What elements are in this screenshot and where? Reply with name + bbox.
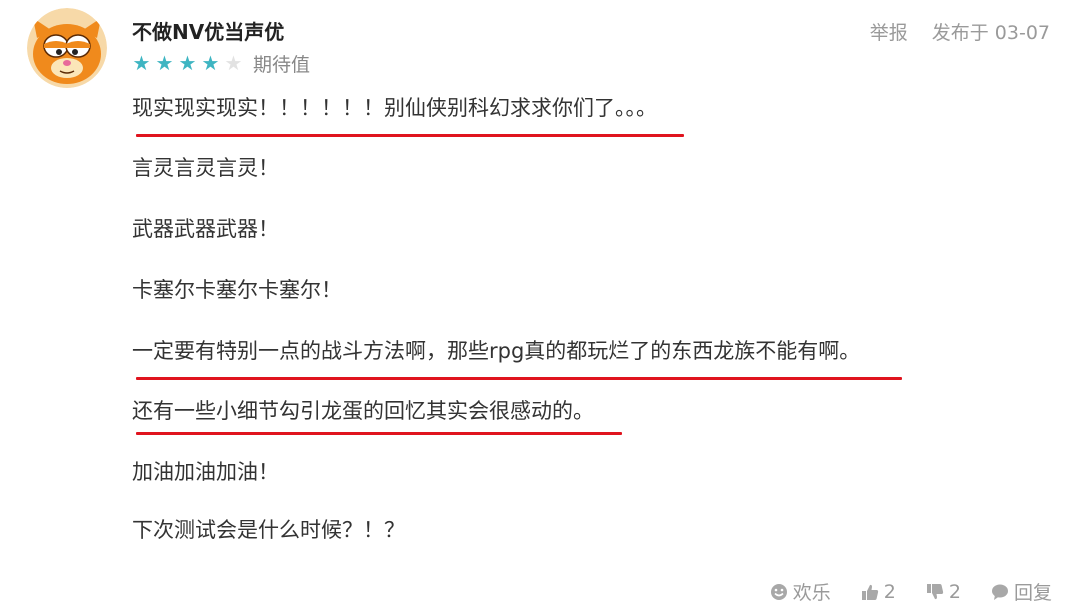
- post-date: 发布于 03-07: [931, 22, 1050, 44]
- garfield-avatar-icon: [27, 8, 107, 88]
- rating-label: 期待值: [253, 53, 311, 76]
- review-line: 下次测试会是什么时候？！？: [132, 518, 405, 542]
- review-line: 一定要有特别一点的战斗方法啊，那些rpg真的都玩烂了的东西龙族不能有啊。: [132, 339, 861, 363]
- star-filled-icon: ★: [178, 51, 197, 75]
- funny-button[interactable]: 欢乐: [770, 578, 831, 605]
- rating: ★ ★ ★ ★ ★ 期待值: [130, 51, 311, 76]
- review-line: 卡塞尔卡塞尔卡塞尔！: [132, 278, 342, 302]
- star-empty-icon: ★: [224, 51, 243, 75]
- review-line: 言灵言灵言灵！: [132, 156, 279, 180]
- review-meta: 举报 发布于 03-07: [870, 18, 1050, 45]
- like-button[interactable]: 2: [861, 581, 896, 603]
- report-link[interactable]: 举报: [870, 18, 908, 45]
- red-underline-annotation: [136, 432, 622, 435]
- user-avatar[interactable]: [27, 8, 107, 88]
- thumbs-up-icon: [861, 584, 878, 600]
- review-line: 现实现实现实！！！！！！别仙侠别科幻求求你们了。。。: [132, 96, 657, 120]
- like-count: 2: [883, 580, 896, 603]
- comment-bubble-icon: [991, 584, 1008, 600]
- funny-label: 欢乐: [792, 582, 831, 604]
- review-line: 武器武器武器！: [132, 217, 279, 241]
- star-filled-icon: ★: [132, 51, 151, 75]
- review-line: 加油加油加油！: [132, 460, 279, 484]
- reply-label: 回复: [1013, 582, 1052, 604]
- review-actions: 欢乐 2 2 回复: [770, 578, 1052, 605]
- red-underline-annotation: [136, 377, 902, 380]
- star-filled-icon: ★: [201, 51, 220, 75]
- review-card: 不做NV优当声优 ★ ★ ★ ★ ★ 期待值 举报 发布于 03-07 现实现实…: [0, 0, 1080, 616]
- dislike-count: 2: [948, 580, 961, 603]
- thumbs-down-icon: [926, 583, 944, 599]
- reply-button[interactable]: 回复: [991, 578, 1052, 605]
- review-line: 还有一些小细节勾引龙蛋的回忆其实会很感动的。: [132, 399, 594, 423]
- red-underline-annotation: [136, 134, 684, 137]
- smiley-icon: [770, 583, 787, 600]
- star-filled-icon: ★: [155, 51, 174, 75]
- username[interactable]: 不做NV优当声优: [132, 16, 284, 45]
- dislike-button[interactable]: 2: [926, 581, 961, 603]
